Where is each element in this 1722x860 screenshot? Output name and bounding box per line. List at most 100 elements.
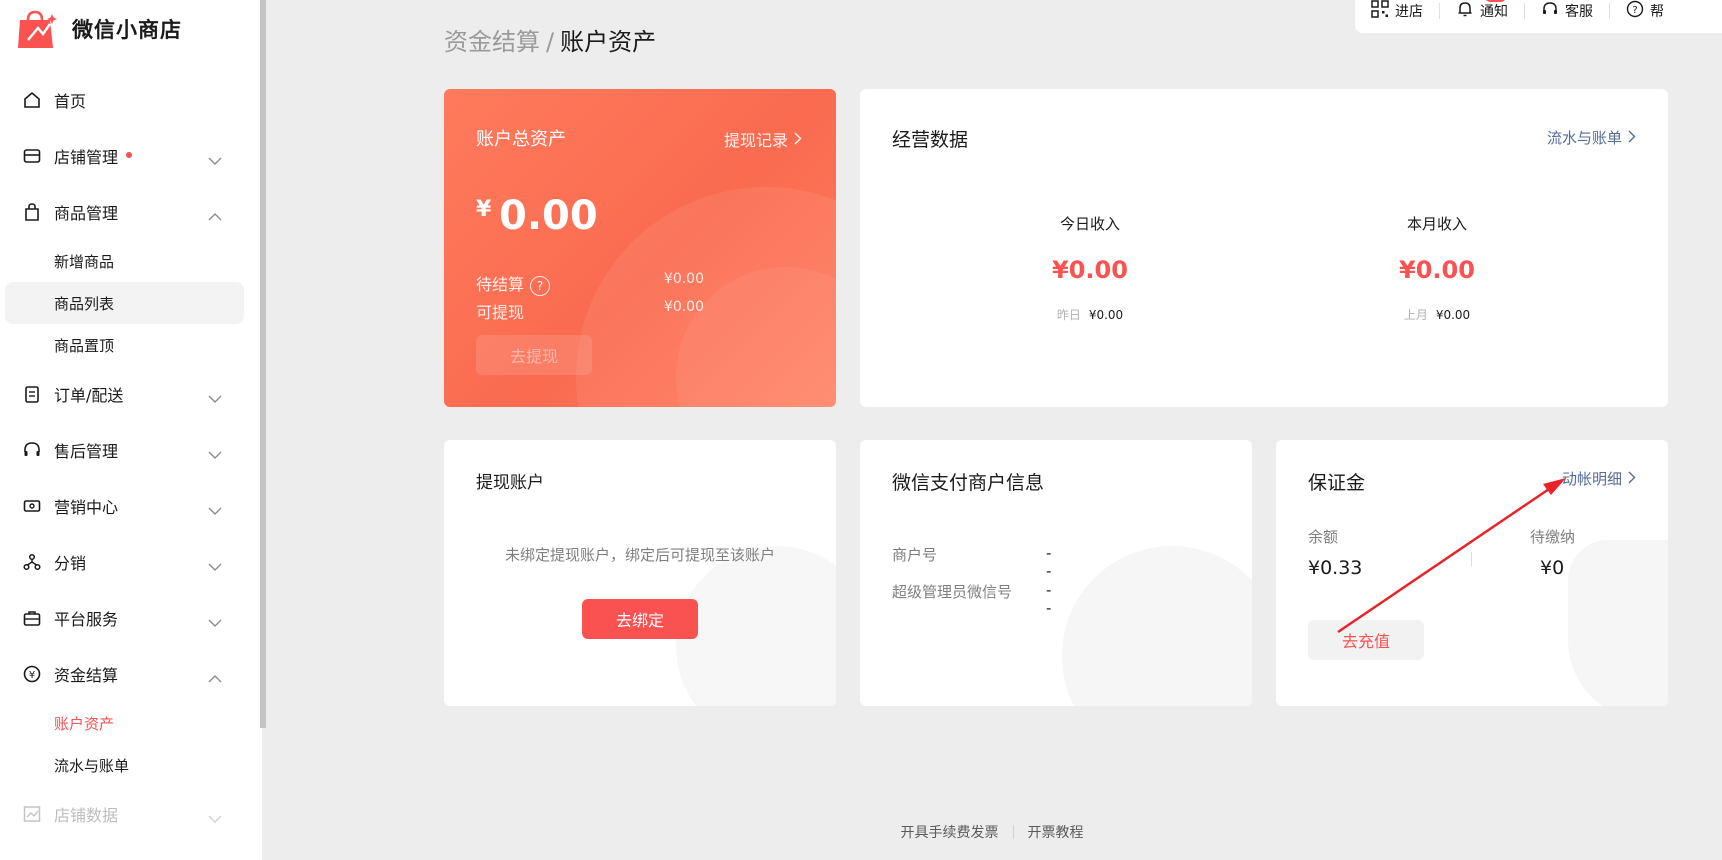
- admin-wechat-row: 超级管理员微信号 --: [892, 581, 1051, 617]
- last-month-label: 上月: [1403, 308, 1428, 322]
- yen-circle-icon: ¥: [22, 664, 42, 684]
- chevron-right-icon: [1628, 470, 1636, 488]
- notification-button[interactable]: 通知 10: [1440, 0, 1524, 27]
- invoice-tutorial-link[interactable]: 开票教程: [1028, 822, 1084, 842]
- deposit-title: 保证金: [1308, 472, 1366, 494]
- home-icon: [22, 90, 42, 110]
- sidebar-item-platform[interactable]: 平台服务: [0, 590, 262, 646]
- sidebar-item-label: 首页: [54, 92, 87, 111]
- today-income-value: ¥0.00: [1052, 256, 1128, 284]
- sidebar-item-label: 分销: [54, 554, 87, 573]
- statements-link[interactable]: 流水与账单: [1547, 127, 1636, 148]
- ledger-details-label: 动帐明细: [1561, 470, 1622, 488]
- card-decoration: [1062, 546, 1252, 706]
- question-circle-icon[interactable]: ?: [530, 275, 551, 296]
- sidebar: 微信小商店 首页 店铺管理 商品管理 新增商品 商品列表 商品置顶 订单/配送 …: [0, 0, 262, 860]
- sidebar-item-label: 资金结算: [54, 666, 119, 685]
- shield-yen-watermark-icon: [1568, 540, 1668, 706]
- chart-icon: [22, 804, 42, 824]
- sidebar-item-products[interactable]: 商品管理: [0, 184, 262, 240]
- breadcrumb: 资金结算 / 账户资产: [444, 22, 656, 57]
- chevron-right-icon: [1628, 129, 1636, 147]
- chevron-up-icon: [208, 206, 222, 225]
- withdrawable-label: 可提现: [476, 303, 525, 322]
- deposit-balance: 余额 ¥0.33: [1308, 526, 1362, 579]
- withdrawable-row: 可提现 ¥0.00: [476, 299, 804, 323]
- top-toolbar: 进店 通知 10 客服 ? 帮: [1355, 0, 1722, 33]
- bell-icon: [1456, 0, 1474, 22]
- deposit-balance-value: ¥0.33: [1308, 557, 1363, 579]
- chevron-down-icon: [208, 556, 222, 575]
- withdraw-history-link[interactable]: 提现记录: [724, 127, 802, 151]
- ticket-icon: [22, 496, 42, 516]
- chevron-up-icon: [208, 668, 222, 687]
- deposit-card: 保证金 动帐明细 余额 ¥0.33 待缴纳 ¥0 去充值: [1276, 440, 1668, 706]
- month-income-stat: 本月收入 ¥0.00 上月 ¥0.00: [1337, 213, 1537, 323]
- sidebar-item-label: 平台服务: [54, 610, 119, 629]
- headset-icon: [1541, 0, 1559, 22]
- sidebar-subitem-product-pin[interactable]: 商品置顶: [0, 324, 262, 366]
- pending-settlement-row: 待结算? ¥0.00: [476, 271, 804, 296]
- app-logo[interactable]: 微信小商店: [16, 8, 182, 50]
- sidebar-item-label: 订单/配送: [54, 386, 124, 405]
- sidebar-item-marketing[interactable]: 营销中心: [0, 478, 262, 534]
- enter-store-label: 进店: [1395, 3, 1423, 20]
- chevron-down-icon: [208, 388, 222, 407]
- merchant-info-title: 微信支付商户信息: [892, 472, 1045, 494]
- help-button[interactable]: ? 帮: [1610, 0, 1680, 27]
- withdraw-account-card: 提现账户 未绑定提现账户，绑定后可提现至该账户 去绑定: [444, 440, 836, 706]
- bind-account-button[interactable]: 去绑定: [582, 599, 698, 639]
- bag-icon: [22, 202, 42, 222]
- deposit-due: 待缴纳 ¥0: [1530, 526, 1575, 579]
- sidebar-item-aftersales[interactable]: 售后管理: [0, 422, 262, 478]
- admin-wechat-label: 超级管理员微信号: [892, 583, 1013, 601]
- divider: [1471, 552, 1472, 566]
- invoice-link[interactable]: 开具手续费发票: [901, 822, 999, 842]
- withdraw-account-title: 提现账户: [476, 473, 544, 493]
- today-income-stat: 今日收入 ¥0.00 昨日 ¥0.00: [990, 213, 1190, 323]
- sidebar-subitem-account-assets[interactable]: 账户资产: [0, 702, 262, 744]
- recharge-button[interactable]: 去充值: [1308, 620, 1424, 660]
- last-month-value: ¥0.00: [1435, 308, 1471, 322]
- help-label: 帮: [1650, 3, 1664, 20]
- sidebar-scrollbar[interactable]: [260, 0, 266, 728]
- month-income-value: ¥0.00: [1399, 256, 1475, 284]
- today-income-label: 今日收入: [1059, 215, 1120, 233]
- svg-text:?: ?: [1632, 5, 1637, 16]
- total-assets-amount: 0.00: [499, 193, 598, 239]
- deposit-due-label: 待缴纳: [1530, 528, 1576, 546]
- sidebar-item-store[interactable]: 店铺管理: [0, 128, 262, 184]
- unbound-message: 未绑定提现账户，绑定后可提现至该账户: [504, 546, 775, 564]
- merchant-info-card: 微信支付商户信息 商户号 -- 超级管理员微信号 --: [860, 440, 1252, 706]
- withdraw-button[interactable]: 去提现: [476, 335, 592, 375]
- enter-store-button[interactable]: 进店: [1355, 0, 1439, 27]
- sidebar-subitem-new-product[interactable]: 新增商品: [0, 240, 262, 282]
- sidebar-subitem-statements[interactable]: 流水与账单: [0, 744, 262, 786]
- ledger-details-link[interactable]: 动帐明细: [1562, 468, 1636, 489]
- shop-bag-logo-icon: [16, 8, 58, 50]
- headset-icon: [22, 440, 42, 460]
- chevron-down-icon: [208, 612, 222, 631]
- sidebar-item-label: 营销中心: [54, 498, 119, 517]
- breadcrumb-separator: /: [546, 28, 555, 56]
- merchant-no-row: 商户号 --: [892, 544, 1051, 580]
- sidebar-item-home[interactable]: 首页: [0, 72, 262, 128]
- breadcrumb-parent[interactable]: 资金结算: [444, 28, 540, 56]
- operating-data-card: 经营数据 流水与账单 今日收入 ¥0.00 昨日 ¥0.00 本月收入 ¥0.00…: [860, 89, 1668, 407]
- chevron-down-icon: [208, 444, 222, 463]
- operating-data-title: 经营数据: [892, 129, 969, 151]
- footer-divider: [1012, 825, 1014, 839]
- sidebar-subitem-product-list[interactable]: 商品列表: [5, 282, 244, 324]
- currency-symbol: ¥: [476, 197, 492, 222]
- customer-service-label: 客服: [1565, 3, 1593, 20]
- sidebar-item-label: 商品管理: [54, 204, 119, 223]
- total-assets-card: 账户总资产 提现记录 ¥ 0.00 待结算? ¥0.00 可提现 ¥0.00 去…: [444, 89, 836, 407]
- sidebar-nav: 首页 店铺管理 商品管理 新增商品 商品列表 商品置顶 订单/配送 售后管理 营…: [0, 72, 262, 842]
- sidebar-item-distribution[interactable]: 分销: [0, 534, 262, 590]
- sidebar-item-settlement[interactable]: ¥ 资金结算: [0, 646, 262, 702]
- app-name: 微信小商店: [72, 18, 182, 42]
- customer-service-button[interactable]: 客服: [1525, 0, 1609, 27]
- sidebar-item-orders[interactable]: 订单/配送: [0, 366, 262, 422]
- chevron-down-icon: [208, 150, 222, 169]
- card-decoration: [676, 546, 836, 706]
